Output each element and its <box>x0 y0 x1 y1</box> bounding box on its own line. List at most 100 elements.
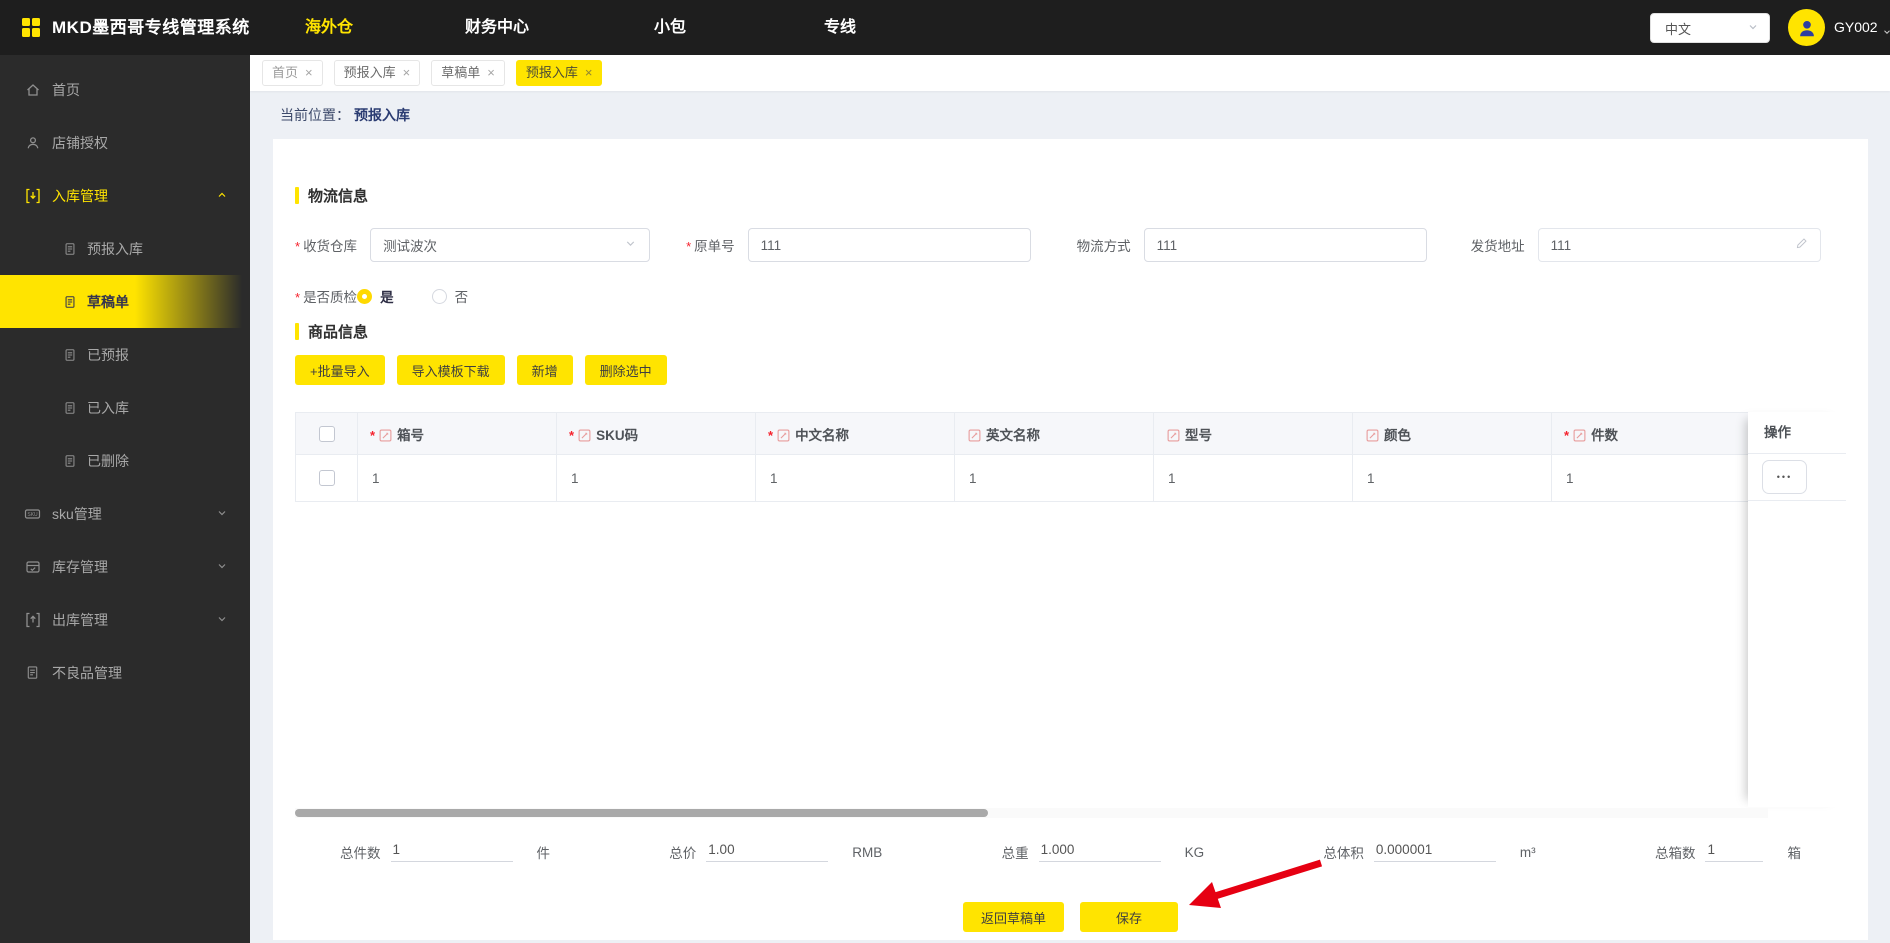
topnav-finance-center[interactable]: 财务中心 <box>465 0 529 55</box>
user-icon <box>24 135 41 151</box>
sidebar-item-inbound-mgmt[interactable]: 入库管理 <box>0 169 250 222</box>
col-english-name: 英文名称 <box>954 412 1154 455</box>
receive-warehouse-select[interactable]: 测试波次 <box>370 228 651 262</box>
sidebar-item-deleted[interactable]: 已删除 <box>0 434 250 487</box>
col-sku-code: * SKU码 <box>556 412 756 455</box>
products-toolbar: +批量导入 导入模板下载 新增 删除选中 <box>295 355 1846 385</box>
close-icon[interactable]: × <box>305 61 313 85</box>
close-icon[interactable]: × <box>487 61 495 85</box>
chevron-down-icon <box>216 612 228 628</box>
table-header-row: * 箱号 * SKU码 * 中文名称 英文名称 型号 颜色 * 件数 <box>295 412 1768 455</box>
col-box-no: * 箱号 <box>357 412 557 455</box>
horizontal-scrollbar-track <box>295 808 1768 818</box>
cell-piece-count[interactable]: 1 <box>1551 454 1751 502</box>
back-to-draft-button[interactable]: 返回草稿单 <box>962 902 1064 932</box>
total-weight: 总重 1.000 KG <box>1001 842 1205 862</box>
main-area: 首页 × 预报入库 × 草稿单 × 预报入库 × 当前位置： 预报入库 物流信息… <box>250 55 1890 943</box>
user-avatar[interactable] <box>1788 9 1825 46</box>
cell-chinese-name[interactable]: 1 <box>755 454 955 502</box>
cell-box-no[interactable]: 1 <box>357 454 557 502</box>
chevron-down-icon <box>216 506 228 522</box>
edit-icon <box>1366 429 1379 441</box>
tab-forecast-inbound-2[interactable]: 预报入库 × <box>515 60 603 86</box>
template-download-button[interactable]: 导入模板下载 <box>396 355 505 385</box>
inbound-icon <box>24 188 41 204</box>
row-more-actions-button[interactable]: ••• <box>1762 460 1807 494</box>
row-checkbox[interactable] <box>318 470 335 487</box>
title-accent-bar <box>295 186 299 204</box>
logistics-method-input[interactable]: 111 <box>1143 228 1427 262</box>
tab-draft-order[interactable]: 草稿单 × <box>431 60 505 86</box>
delete-selected-button[interactable]: 删除选中 <box>584 355 667 385</box>
document-icon <box>62 454 77 468</box>
document-icon <box>24 665 41 680</box>
close-icon[interactable]: × <box>403 61 411 85</box>
user-caret-icon[interactable] <box>1882 24 1890 42</box>
sidebar-item-forecasted[interactable]: 已预报 <box>0 328 250 381</box>
sidebar-item-draft-order[interactable]: 草稿单 <box>0 275 250 328</box>
edit-icon <box>1167 429 1180 441</box>
edit-icon <box>1573 429 1586 441</box>
total-volume: 总体积 0.000001 m³ <box>1323 842 1536 862</box>
cell-sku-code[interactable]: 1 <box>556 454 756 502</box>
original-order-no-input[interactable]: 111 <box>747 228 1031 262</box>
total-boxes-value[interactable]: 1 <box>1705 842 1764 862</box>
sidebar-item-defective-mgmt[interactable]: 不良品管理 <box>0 646 250 699</box>
ship-address-input[interactable]: 111 <box>1537 228 1821 262</box>
total-weight-value[interactable]: 1.000 <box>1038 842 1161 862</box>
language-select[interactable]: 中文 <box>1650 13 1770 43</box>
col-piece-count: * 件数 <box>1551 412 1751 455</box>
col-model: 型号 <box>1153 412 1353 455</box>
topnav-dedicated-line[interactable]: 专线 <box>824 0 856 55</box>
cell-model[interactable]: 1 <box>1153 454 1353 502</box>
field-original-order-no: * 原单号 111 <box>686 228 1031 262</box>
quality-check-row: * 是否质检 是 否 <box>295 286 1846 306</box>
tab-home[interactable]: 首页 × <box>262 60 323 86</box>
chevron-down-icon <box>624 237 637 253</box>
sidebar: 首页 店铺授权 入库管理 预报入库 草稿单 已预报 已入库 已删除 SKU sk… <box>0 55 250 943</box>
breadcrumb-current: 预报入库 <box>354 107 410 123</box>
username-label: GY002 <box>1834 19 1878 35</box>
title-accent-bar <box>295 322 299 340</box>
sidebar-item-sku-mgmt[interactable]: SKU sku管理 <box>0 487 250 540</box>
edit-icon <box>379 429 392 441</box>
chevron-up-icon <box>216 188 228 204</box>
topnav-small-parcel[interactable]: 小包 <box>654 0 686 55</box>
col-action: 操作 <box>1748 412 1846 454</box>
sidebar-item-inbounded[interactable]: 已入库 <box>0 381 250 434</box>
quality-radio-no[interactable]: 否 <box>431 286 468 306</box>
quality-radio-yes[interactable]: 是 <box>357 286 394 306</box>
cell-english-name[interactable]: 1 <box>954 454 1154 502</box>
breadcrumb: 当前位置： 预报入库 <box>280 107 410 123</box>
person-icon <box>1799 20 1814 36</box>
batch-import-button[interactable]: +批量导入 <box>295 355 385 385</box>
horizontal-scrollbar-thumb[interactable] <box>295 809 988 817</box>
sidebar-item-inventory-mgmt[interactable]: 库存管理 <box>0 540 250 593</box>
sidebar-item-shop-auth[interactable]: 店铺授权 <box>0 116 250 169</box>
topnav-overseas-warehouse[interactable]: 海外仓 <box>305 0 353 55</box>
save-button[interactable]: 保存 <box>1080 902 1179 932</box>
select-all-checkbox[interactable] <box>318 425 335 442</box>
table-row: 1 1 1 1 1 1 1 1 <box>295 454 1768 502</box>
total-pieces-value[interactable]: 1 <box>390 842 513 862</box>
close-icon[interactable]: × <box>585 61 593 85</box>
chevron-down-icon <box>216 559 228 575</box>
language-select-value: 中文 <box>1665 21 1692 37</box>
field-receive-warehouse: * 收货仓库 测试波次 <box>295 228 651 262</box>
field-logistics-method: 物流方式 111 <box>1077 228 1427 262</box>
sidebar-item-forecast-inbound[interactable]: 预报入库 <box>0 222 250 275</box>
sidebar-item-home[interactable]: 首页 <box>0 63 250 116</box>
sidebar-item-outbound-mgmt[interactable]: 出库管理 <box>0 593 250 646</box>
total-boxes: 总箱数 1 箱 <box>1654 842 1801 862</box>
document-icon <box>62 295 77 309</box>
app-grid-icon[interactable] <box>22 18 40 37</box>
total-price-value[interactable]: 1.00 <box>706 842 829 862</box>
add-row-button[interactable]: 新增 <box>516 355 573 385</box>
content-panel: 物流信息 * 收货仓库 测试波次 * 原单号 111 物流方式 111 发货地址… <box>273 139 1868 940</box>
pencil-icon <box>1795 237 1808 253</box>
document-icon <box>62 401 77 415</box>
home-icon <box>24 82 41 98</box>
cell-color[interactable]: 1 <box>1352 454 1552 502</box>
tab-forecast-inbound-1[interactable]: 预报入库 × <box>333 60 421 86</box>
total-volume-value[interactable]: 0.000001 <box>1373 842 1496 862</box>
